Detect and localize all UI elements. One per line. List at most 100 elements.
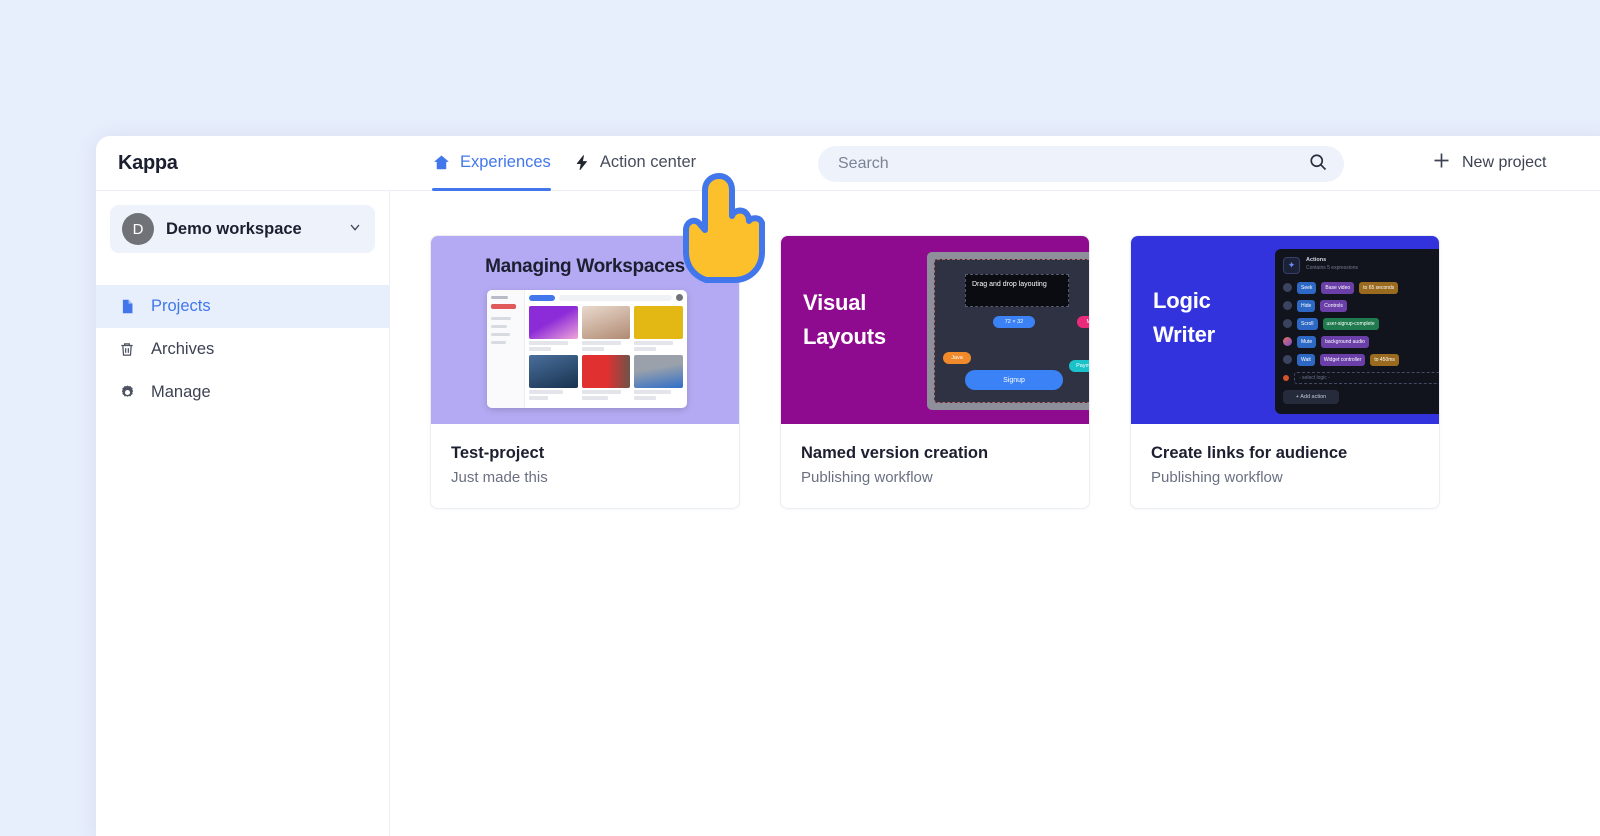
thumb-caption bbox=[581, 341, 621, 345]
tab-label: Action center bbox=[599, 153, 697, 172]
editor-chip: Minimal bbox=[1077, 316, 1089, 328]
tab-action-center[interactable]: Action center bbox=[573, 136, 696, 190]
thumb-bar bbox=[491, 325, 507, 328]
row-verb: Seek bbox=[1297, 281, 1317, 294]
thumb-bar bbox=[491, 333, 510, 336]
new-project-button[interactable]: New project bbox=[1431, 150, 1546, 176]
panel-header: ✦ Actions Contains 5 expressions bbox=[1283, 257, 1439, 274]
search-input[interactable] bbox=[838, 155, 1308, 173]
thumb-grid bbox=[529, 306, 683, 400]
sidebar-item-manage[interactable]: Manage bbox=[96, 371, 389, 414]
editor-chip: 72 × 32 bbox=[993, 316, 1035, 328]
editor-note: Drag and drop layouting bbox=[965, 274, 1069, 307]
thumb-topbar bbox=[529, 294, 683, 301]
thumb-caption bbox=[581, 396, 609, 400]
thumb-caption bbox=[529, 396, 549, 400]
project-card[interactable]: Logic Writer ✦ Actions Contains 5 expres… bbox=[1130, 235, 1440, 509]
thumb-caption bbox=[634, 341, 674, 345]
thumb-avatar bbox=[676, 294, 683, 301]
project-card[interactable]: Visual Layouts Drag and drop layouting 7… bbox=[780, 235, 1090, 509]
thumb-bar bbox=[491, 317, 512, 320]
thumb-tile bbox=[581, 355, 631, 388]
row-target: Widget controller bbox=[1319, 353, 1366, 366]
project-thumbnail: Managing Workspaces bbox=[431, 236, 739, 424]
project-card[interactable]: Managing Workspaces Test-project Just ma… bbox=[430, 235, 740, 509]
thumb-caption bbox=[529, 341, 568, 345]
row-verb: Wait bbox=[1297, 353, 1315, 366]
trash-icon bbox=[118, 341, 136, 358]
row-value: to 65 seconds bbox=[1359, 281, 1399, 294]
row-icon bbox=[1283, 374, 1289, 381]
row-verb: Hide bbox=[1297, 299, 1316, 312]
project-thumbnail: Visual Layouts Drag and drop layouting 7… bbox=[781, 236, 1089, 424]
app-brand: Kappa bbox=[118, 151, 178, 174]
thumb-bar bbox=[491, 296, 509, 299]
thumb-tile bbox=[634, 306, 683, 339]
thumbnail-heading: Managing Workspaces bbox=[485, 256, 685, 277]
thumb-bar bbox=[491, 341, 506, 344]
workspace-name: Demo workspace bbox=[166, 219, 302, 238]
sidebar-item-archives[interactable]: Archives bbox=[96, 328, 389, 371]
workspace-avatar: D bbox=[122, 213, 154, 245]
editor-button: Signup bbox=[965, 370, 1063, 390]
sidebar-item-projects[interactable]: Projects bbox=[96, 285, 389, 328]
card-title: Named version creation bbox=[801, 444, 989, 462]
editor-surface: Drag and drop layouting 72 × 32 Minimal … bbox=[934, 259, 1089, 403]
action-row: Seek Base video to 65 seconds bbox=[1283, 281, 1439, 294]
new-project-label: New project bbox=[1462, 154, 1547, 171]
thumb-caption bbox=[634, 396, 657, 400]
row-icon bbox=[1283, 319, 1292, 328]
lightning-icon bbox=[573, 153, 591, 172]
action-row: Hide Controls bbox=[1283, 299, 1439, 312]
row-value: to 450ms bbox=[1370, 353, 1399, 366]
search-box[interactable] bbox=[818, 146, 1344, 182]
thumb-cell bbox=[581, 306, 631, 351]
search-icon[interactable] bbox=[1308, 152, 1328, 177]
thumb-caption bbox=[634, 390, 671, 394]
home-icon bbox=[432, 153, 451, 172]
main-tabs: Experiences Action center bbox=[432, 136, 696, 191]
row-icon bbox=[1283, 301, 1292, 310]
thumb-cell bbox=[634, 355, 683, 400]
thumb-cell bbox=[581, 355, 631, 400]
editor-chip: Payment bbox=[1069, 360, 1089, 372]
action-row: Mute background audio bbox=[1283, 335, 1439, 348]
panel-subheading: Contains 5 expressions bbox=[1306, 265, 1358, 271]
tab-label: Experiences bbox=[460, 153, 551, 172]
card-title: Test-project bbox=[451, 444, 545, 462]
thumb-tile bbox=[634, 355, 683, 388]
thumbnail-heading-line: Visual bbox=[803, 290, 867, 315]
sidebar-nav: Projects Archives Manage bbox=[96, 285, 389, 414]
app-window: Kappa Experiences Action center Search N… bbox=[96, 136, 1600, 836]
card-title: Create links for audience bbox=[1151, 444, 1348, 462]
thumb-caption bbox=[581, 347, 604, 351]
thumb-cell bbox=[529, 306, 578, 351]
row-target: user-signup-complete bbox=[1322, 317, 1379, 330]
chevron-down-icon[interactable] bbox=[347, 219, 363, 240]
row-verb: Mute bbox=[1297, 335, 1317, 348]
workspace-selector[interactable]: D Demo workspace bbox=[110, 205, 375, 253]
thumbnail-heading: Visual Layouts bbox=[803, 286, 886, 354]
thumb-search bbox=[559, 294, 672, 301]
sidebar: D Demo workspace Projects Archives Manag… bbox=[96, 191, 390, 836]
thumb-pill bbox=[529, 294, 555, 301]
card-meta: Named version creation Publishing workfl… bbox=[781, 424, 1089, 508]
card-meta: Create links for audience Publishing wor… bbox=[1131, 424, 1439, 508]
tab-experiences[interactable]: Experiences bbox=[432, 136, 551, 191]
logic-select: - select logic - bbox=[1294, 371, 1439, 384]
thumb-bar bbox=[491, 304, 516, 309]
row-target: Base video bbox=[1321, 281, 1355, 294]
app-header: Kappa Experiences Action center Search N… bbox=[96, 136, 1600, 191]
thumb-tile bbox=[581, 306, 631, 339]
select-row: - select logic - bbox=[1283, 371, 1439, 384]
action-row: Scroll user-signup-complete bbox=[1283, 317, 1439, 330]
card-subtitle: Just made this bbox=[451, 469, 548, 486]
thumbnail-heading: Logic Writer bbox=[1153, 284, 1215, 352]
thumbnail-heading-line: Writer bbox=[1153, 322, 1215, 348]
thumb-main bbox=[525, 290, 687, 408]
thumb-sidebar bbox=[487, 290, 525, 408]
thumb-caption bbox=[529, 347, 551, 351]
plus-square-icon: ✦ bbox=[1283, 257, 1300, 274]
thumb-cell bbox=[634, 306, 683, 351]
thumbnail-heading-line: Logic bbox=[1153, 288, 1211, 313]
